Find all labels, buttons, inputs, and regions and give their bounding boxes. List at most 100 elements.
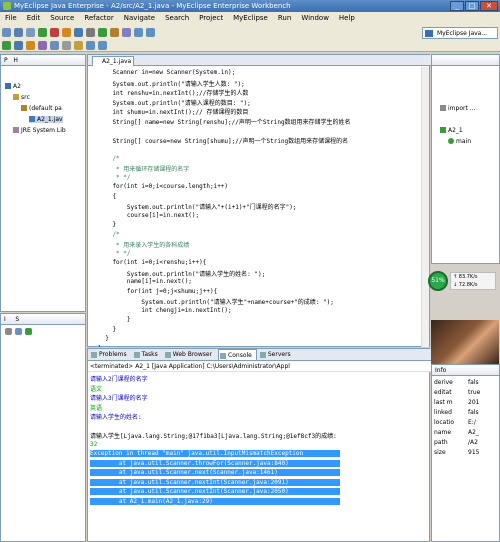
minimize-button[interactable]: _: [450, 1, 464, 11]
code-line[interactable]: int chengji=in.nextInt();: [98, 307, 231, 314]
code-line[interactable]: /*: [98, 231, 119, 238]
console-output[interactable]: 请输入2门课程的名字 语文 请输入3门课程的名字 英语 请输入学生的姓名: 请输入学生[…: [88, 372, 431, 542]
code-line[interactable]: * 用来循环存储课程的名字: [98, 164, 189, 173]
save-icon[interactable]: [14, 27, 23, 37]
menu-myeclipse[interactable]: MyEclipse: [228, 12, 273, 24]
console-line[interactable]: 请输入2门课程的名字: [90, 374, 148, 383]
console-line[interactable]: at java.util.Scanner.nextInt(Scanner.jav…: [90, 478, 340, 486]
console-line[interactable]: Exception in thread "main" java.util.Inp…: [90, 450, 340, 457]
menu-run[interactable]: Run: [273, 12, 296, 24]
property-row[interactable]: path/A2: [434, 439, 478, 446]
code-line[interactable]: String[] name=new String[renshu];//声明一个S…: [98, 117, 350, 126]
forward-icon[interactable]: [146, 27, 155, 37]
property-row[interactable]: locatio E:/: [434, 419, 476, 426]
menu-navigate[interactable]: Navigate: [119, 12, 160, 24]
collapse-icon[interactable]: [5, 328, 12, 335]
code-line[interactable]: }: [98, 345, 102, 348]
tab-i[interactable]: I: [4, 316, 6, 323]
search-icon[interactable]: [122, 27, 131, 37]
nav-prev-icon[interactable]: [86, 40, 95, 50]
menu-source[interactable]: Source: [45, 12, 79, 24]
menu-file[interactable]: File: [0, 12, 22, 24]
editor-scrollbar[interactable]: [421, 67, 429, 347]
deploy-icon[interactable]: [74, 27, 83, 37]
code-line[interactable]: System.out.println("请输入学生"+name+course+"…: [98, 297, 334, 306]
console-line[interactable]: at A2_1.main(A2_1.java:29): [90, 497, 340, 505]
new-class-icon[interactable]: [98, 27, 107, 37]
open-type-icon[interactable]: [86, 27, 95, 37]
code-line[interactable]: String[] course=new String[shumu];//声明一个…: [98, 136, 348, 145]
close-button[interactable]: ✕: [480, 1, 498, 11]
debug-icon[interactable]: [50, 27, 59, 37]
console-line[interactable]: 请输入3门课程的名字: [90, 393, 148, 402]
tab-package-explorer[interactable]: P: [4, 57, 8, 64]
outline-item-imports[interactable]: import ...: [440, 105, 475, 112]
filter-icon[interactable]: [15, 328, 22, 335]
package-icon[interactable]: [110, 27, 119, 37]
server-icon[interactable]: [62, 27, 71, 37]
property-row[interactable]: name A2_: [434, 429, 479, 436]
menu-search[interactable]: Search: [160, 12, 194, 24]
annotation-icon[interactable]: [74, 40, 83, 50]
console-line[interactable]: 请输入学生[Ljava.lang.String;@17f1ba3[Ljava.l…: [90, 431, 340, 440]
code-line[interactable]: * */: [98, 250, 130, 257]
tab-problems[interactable]: Problems: [90, 349, 131, 360]
tab-s[interactable]: S: [15, 316, 19, 323]
menu-project[interactable]: Project: [194, 12, 228, 24]
code-line[interactable]: }: [98, 316, 131, 323]
toggle-icon[interactable]: [62, 40, 71, 50]
code-line[interactable]: System.out.println("请输入学生人数: ");: [98, 79, 244, 88]
editor-tab-a2-1-java[interactable]: A2_1.java: [92, 56, 134, 66]
outline-item-class[interactable]: A2_1: [440, 127, 463, 134]
code-line[interactable]: course[i]=in.next();: [98, 212, 199, 219]
console-line[interactable]: 语文: [90, 384, 102, 393]
code-line[interactable]: * */: [98, 174, 130, 181]
tab-tasks[interactable]: Tasks: [133, 349, 162, 360]
run-icon[interactable]: [38, 27, 47, 37]
menu-edit[interactable]: Edit: [22, 12, 46, 24]
code-line[interactable]: }: [98, 335, 109, 342]
outline-item-main[interactable]: main: [448, 138, 471, 145]
tree-item-jre[interactable]: JRE System Lib: [13, 127, 66, 134]
code-line[interactable]: }: [98, 221, 116, 228]
code-editor[interactable]: A2_1.java Scanner in=new Scanner(System.…: [87, 54, 431, 347]
external-tools-icon[interactable]: [14, 40, 23, 50]
code-line[interactable]: System.out.println("请输入"+(i+1)+"门课程的名字")…: [98, 202, 297, 211]
property-row[interactable]: derive fals: [434, 379, 479, 386]
menu-refactor[interactable]: Refactor: [79, 12, 118, 24]
code-line[interactable]: * 用来录入学生的各科成绩: [98, 240, 189, 249]
code-line[interactable]: System.out.println("请输入学生的姓名: ");: [98, 269, 265, 278]
code-line[interactable]: int shumu=in.nextInt();// 存储课程的数目: [98, 107, 248, 116]
code-line[interactable]: {: [98, 193, 116, 200]
view-menu-icon[interactable]: [25, 328, 32, 335]
refresh-icon[interactable]: [50, 40, 59, 50]
property-row[interactable]: size 915: [434, 449, 479, 456]
tab-web-browser[interactable]: Web Browser: [164, 349, 216, 360]
console-line[interactable]: at java.util.Scanner.nextInt(Scanner.jav…: [90, 488, 340, 495]
tab-console[interactable]: Console: [218, 349, 257, 360]
code-line[interactable]: int renshu=in.nextInt();//存储学生的人数: [98, 88, 248, 97]
tree-item-a2-1-java[interactable]: A2_1.jav: [29, 116, 63, 123]
tree-item-default-package[interactable]: (default pa: [21, 105, 62, 112]
code-line[interactable]: /*: [98, 155, 119, 162]
menu-window[interactable]: Window: [296, 12, 334, 24]
code-line[interactable]: name[i]=in.next();: [98, 278, 192, 285]
code-area[interactable]: Scanner in=new Scanner(System.in); Syste…: [88, 67, 423, 347]
code-line[interactable]: for(int i=0;i<renshu;i++){: [98, 259, 206, 266]
property-row[interactable]: last m 201: [434, 399, 479, 406]
code-line[interactable]: for(int i=0;i<course.length;i++): [98, 183, 228, 190]
tab-hierarchy[interactable]: H: [13, 57, 18, 64]
console-line[interactable]: 请输入学生的姓名:: [90, 412, 145, 421]
console-line[interactable]: 英语: [90, 403, 102, 412]
code-line[interactable]: Scanner in=new Scanner(System.in);: [98, 69, 235, 76]
nav-next-icon[interactable]: [98, 40, 107, 50]
back-icon[interactable]: [134, 27, 143, 37]
console-line[interactable]: at java.util.Scanner.next(Scanner.java:1…: [90, 469, 340, 476]
wizard-icon[interactable]: [38, 40, 47, 50]
menu-help[interactable]: Help: [334, 12, 360, 24]
tree-item-project[interactable]: A2: [5, 83, 21, 90]
new-icon[interactable]: [2, 27, 11, 37]
property-row[interactable]: linked fals: [434, 409, 479, 416]
tree-item-src[interactable]: src: [13, 94, 30, 101]
code-line[interactable]: System.out.println("请输入课程的数目: ");: [98, 98, 250, 107]
